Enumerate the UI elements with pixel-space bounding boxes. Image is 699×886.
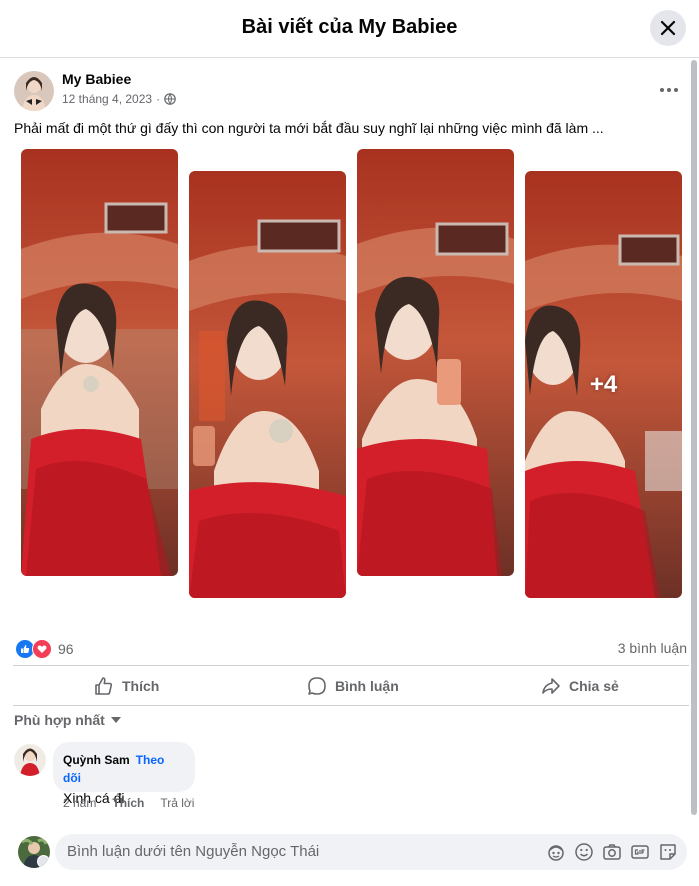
globe-icon (164, 93, 176, 105)
comment-sort-label: Phù hợp nhất (14, 712, 105, 728)
reaction-count: 96 (58, 641, 74, 657)
close-icon (660, 20, 676, 36)
author-avatar[interactable] (14, 71, 54, 111)
post-photo-3[interactable] (357, 149, 514, 576)
reaction-summary[interactable]: 96 (15, 639, 74, 659)
love-icon (32, 639, 52, 659)
more-icon-dot (667, 88, 671, 92)
thumb-up-icon (95, 677, 113, 695)
current-user-avatar[interactable] (18, 836, 50, 868)
like-label: Thích (122, 678, 160, 694)
comment-sort-dropdown[interactable]: Phù hợp nhất (14, 712, 121, 728)
comment-author[interactable]: Quỳnh Sam (63, 753, 130, 767)
comment-reply-button[interactable]: Trả lời (160, 796, 194, 810)
post-author[interactable]: My Babiee (62, 71, 131, 87)
share-button[interactable]: Chia sẻ (541, 672, 619, 700)
dialog-header: Bài viết của My Babiee (0, 0, 699, 58)
scrollbar[interactable] (691, 60, 697, 815)
more-photos-count[interactable]: +4 (525, 371, 682, 399)
emoji-icon (575, 843, 593, 861)
commenter-avatar[interactable] (14, 744, 46, 776)
camera-icon (603, 844, 621, 860)
comment-icon (308, 677, 326, 695)
gif-button[interactable] (630, 842, 650, 862)
chevron-down-icon (37, 855, 50, 868)
comment-button[interactable]: Bình luận (307, 672, 399, 700)
divider (13, 665, 689, 666)
more-options-button[interactable] (657, 80, 681, 100)
comment-like-button[interactable]: Thích (112, 796, 144, 810)
more-icon-dot (674, 88, 678, 92)
share-label: Chia sẻ (569, 678, 619, 694)
comment-actions: 2 năm Thích Trả lời (63, 796, 194, 810)
comment-label: Bình luận (335, 678, 399, 694)
post-photo-1[interactable] (21, 149, 178, 576)
post-text: Phải mất đi một thứ gì đấy thì con người… (14, 120, 604, 136)
comment-bubble: Quỳnh Sam Theo dõi Xinh cá đi (53, 742, 195, 806)
comment-composer (55, 834, 687, 870)
post-date[interactable]: 12 tháng 4, 2023 (62, 92, 152, 106)
avatar-sticker-button[interactable] (546, 842, 566, 862)
post-photo-4[interactable]: +4 (525, 171, 682, 598)
dialog-title: Bài viết của My Babiee (241, 16, 458, 38)
gif-icon (631, 845, 649, 859)
comment-input[interactable] (67, 843, 447, 860)
avatar-icon (548, 845, 564, 861)
post-dialog: Bài viết của My Babiee My Babiee 12 thán… (0, 0, 699, 886)
meta-separator: · (156, 92, 161, 106)
comment-count[interactable]: 3 bình luận (618, 640, 687, 656)
emoji-button[interactable] (574, 842, 594, 862)
divider (13, 705, 689, 706)
chevron-down-icon (110, 717, 121, 723)
sticker-button[interactable] (658, 842, 678, 862)
sticker-icon (660, 844, 676, 860)
close-button[interactable] (650, 10, 686, 46)
post-photo-2[interactable] (189, 171, 346, 598)
more-icon (660, 88, 664, 92)
comment-time[interactable]: 2 năm (63, 796, 96, 810)
photo-button[interactable] (602, 842, 622, 862)
like-button[interactable]: Thích (94, 672, 159, 700)
post-meta: 12 tháng 4, 2023 · (62, 92, 176, 106)
share-icon (542, 678, 560, 694)
